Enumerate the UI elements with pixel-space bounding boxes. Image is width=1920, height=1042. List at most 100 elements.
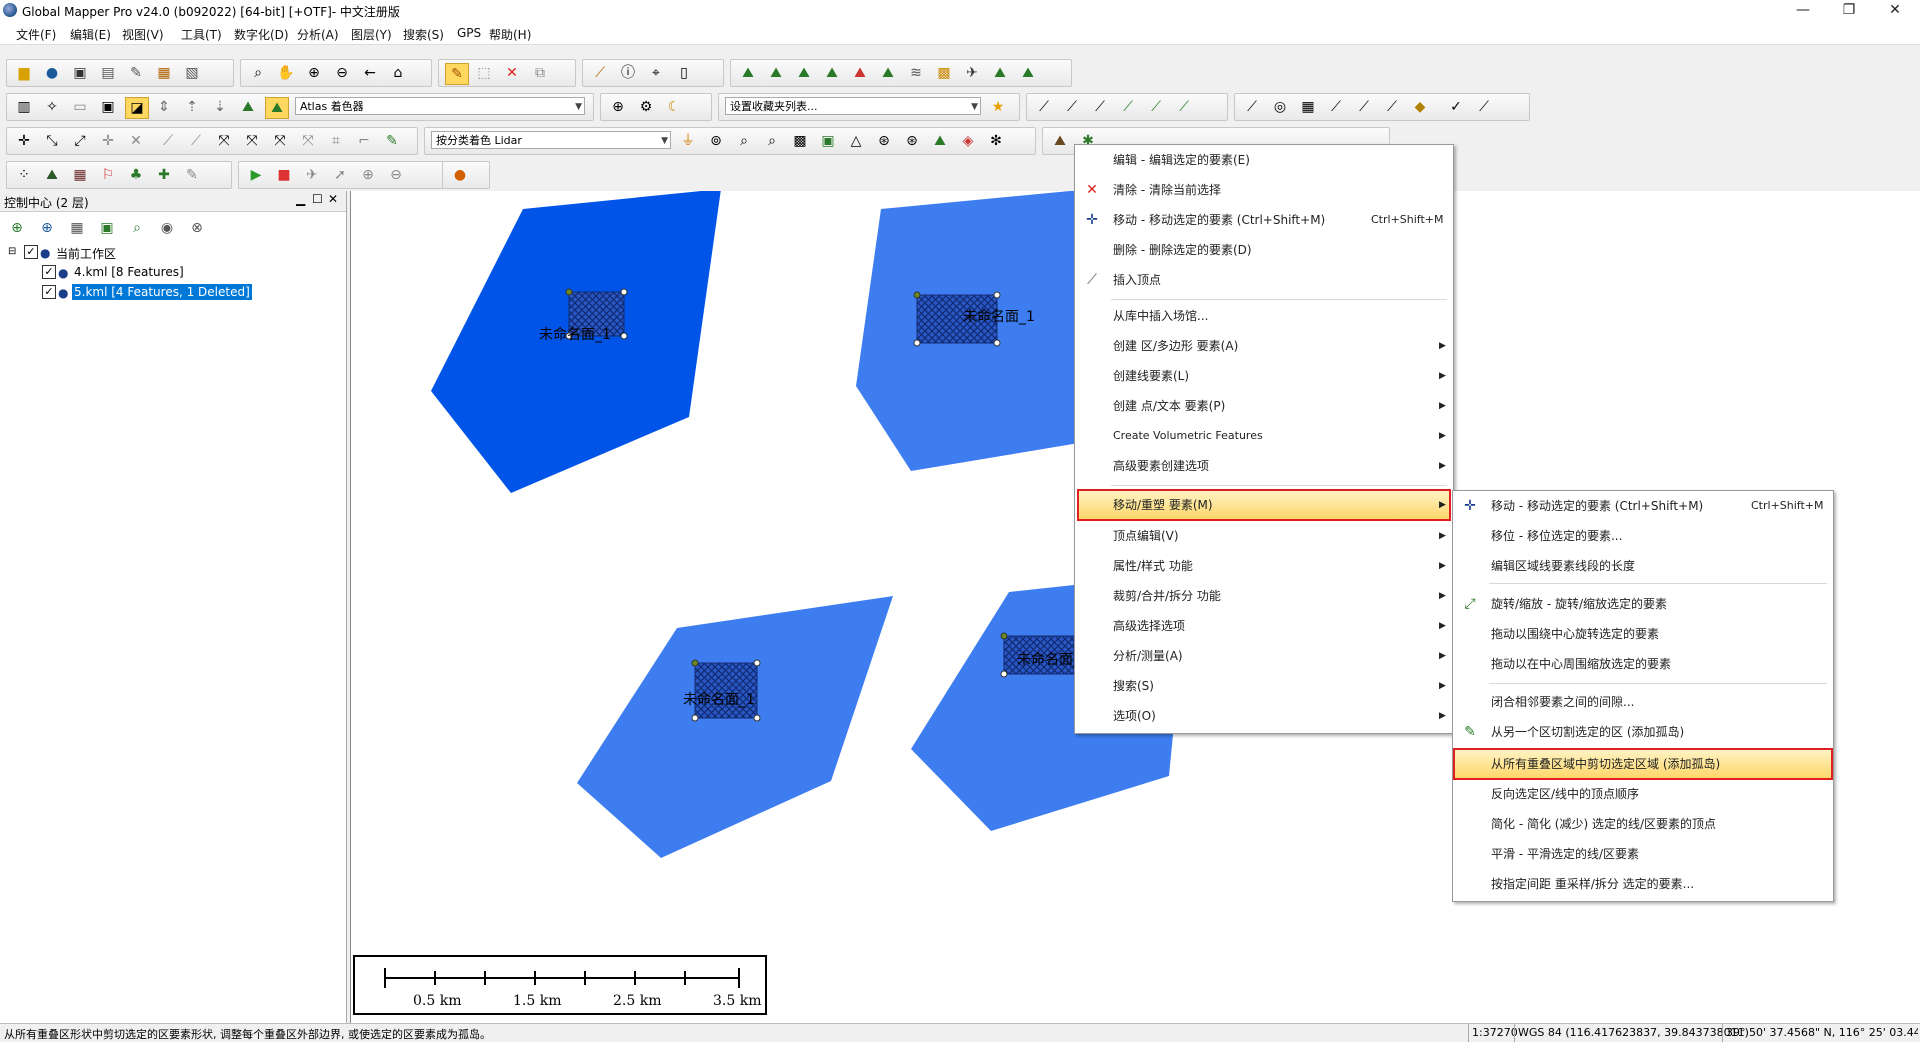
layers-icon[interactable]: ▦ [153,63,175,83]
menu-item-analysis[interactable]: 分析/测量(A) ▶ [1075,643,1453,669]
menu-analysis[interactable]: 分析(A) [297,26,339,43]
lidar-icon-2[interactable]: ⌕ [733,131,755,151]
snap-icon[interactable]: ✕ [125,131,147,151]
stop-icon[interactable]: ■ [273,165,295,185]
back-arrow-icon[interactable]: ← [359,63,381,83]
edit-vertex-icon[interactable]: ⤡ [41,131,63,151]
arrow-icon[interactable]: ➚ [329,165,351,185]
online-globe-icon[interactable]: ⊕ [607,97,629,117]
line-tool-icon-3[interactable]: ⟋ [1089,97,1111,117]
open-folder-icon[interactable]: ▆ [13,63,35,83]
move-icon[interactable]: ✛ [97,131,119,151]
globe-icon[interactable]: ● [41,63,63,83]
line-tool-icon-5[interactable]: ⟋ [1145,97,1167,117]
move-vertex-icon[interactable]: ✛ [13,131,35,151]
submenu-item-smooth[interactable]: 平滑 - 平滑选定的线/区要素 [1453,841,1833,867]
check-pen-icon[interactable]: ✓ [1445,97,1467,117]
zoom-out-icon[interactable]: ⊖ [331,63,353,83]
scatter-icon[interactable]: ⁘ [13,165,35,185]
light-direction-icon[interactable]: ✧ [41,97,63,117]
terrain-icon-7[interactable]: ⛰ [989,63,1011,83]
layer-remove-icon[interactable]: ⊗ [186,218,208,238]
submenu-item-cut-all-overlapping[interactable]: 从所有重叠区域中剪切选定区域 (添加孤岛) [1453,748,1833,780]
pin-icon[interactable]: ⚐ [97,165,119,185]
lidar-icon-5[interactable]: ▣ [817,131,839,151]
menu-item-move[interactable]: ✛ 移动 - 移动选定的要素 (Ctrl+Shift+M) Ctrl+Shift… [1075,207,1453,233]
menu-help[interactable]: 帮助(H) [489,26,531,43]
terrain-icon-3[interactable]: ⛰ [793,63,815,83]
edit-tool-icon-5[interactable]: ⟋ [1473,97,1495,117]
menu-file[interactable]: 文件(F) [16,26,56,43]
pan-hand-icon[interactable]: ✋ [275,63,297,83]
elev-up-icon[interactable]: ⇡ [181,97,203,117]
menu-item-attributes[interactable]: 属性/样式 功能 ▶ [1075,553,1453,579]
lidar-icon-6[interactable]: △ [845,131,867,151]
menu-item-delete[interactable]: 删除 - 删除选定的要素(D) [1075,237,1453,263]
crop-icon[interactable]: ⌐ [353,131,375,151]
submenu-item-move[interactable]: ✛ 移动 - 移动选定的要素 (Ctrl+Shift+M) Ctrl+Shift… [1453,493,1833,519]
panel-close-icon[interactable]: ✕ [328,192,338,206]
edit-tool-icon-2[interactable]: ⟋ [1325,97,1347,117]
hillshade-toggle-icon[interactable]: ◪ [125,97,149,119]
lidar-icon-9[interactable]: ⛰ [929,131,951,151]
menu-item-insert-vertex[interactable]: ⟋ 插入顶点 [1075,267,1453,293]
menu-item-edit[interactable]: 编辑 - 编辑选定的要素(E) [1075,147,1453,173]
lidar-icon-11[interactable]: ⛰ [1049,131,1071,151]
tool-icon-b[interactable]: ⟋ [185,131,207,151]
menu-item-create-area[interactable]: 创建 区/多边形 要素(A) ▶ [1075,333,1453,359]
mountain-icon[interactable]: ⛰ [237,97,259,117]
panel-minimize-icon[interactable]: ▁ [296,192,305,206]
tree-layer-item[interactable]: ✓ ● 4.kml [8 Features] [42,265,302,283]
submenu-item-drag-scale[interactable]: 拖动以在中心周围缩放选定的要素 [1453,651,1833,677]
info-icon[interactable]: ⓘ [617,63,639,83]
vertical-exag-icon[interactable]: ⇕ [153,97,175,117]
sun-icon[interactable]: ☾ [663,97,685,117]
contour-icon[interactable]: ≋ [905,63,927,83]
tree-icon[interactable]: ♣ [125,165,147,185]
tree-root[interactable]: ⊟ ✓ ● 当前工作区 [8,245,308,263]
layer-visibility-icon[interactable]: ◉ [156,218,178,238]
target-icon[interactable]: ◎ [1269,97,1291,117]
play-icon[interactable]: ▶ [245,165,267,185]
mountain-active-icon[interactable]: ⛰ [265,97,289,119]
copy-feature-icon[interactable]: ⧉ [529,63,551,83]
terrain-icon-4[interactable]: ⛰ [821,63,843,83]
submenu-item-simplify[interactable]: 简化 - 简化 (减少) 选定的线/区要素的顶点 [1453,811,1833,837]
favorites-select[interactable]: 设置收藏夹列表... ▼ [725,97,981,115]
mapshare-icon[interactable]: ● [449,165,471,185]
menu-item-options[interactable]: 选项(O) ▶ [1075,703,1453,729]
submenu-item-shift[interactable]: 移位 - 移位选定的要素... [1453,523,1833,549]
menu-digitize[interactable]: 数字化(D) [234,26,289,43]
lidar-icon-7[interactable]: ⊛ [873,131,895,151]
panel-maximize-icon[interactable]: ☐ [312,192,323,206]
tree-layer-item-selected[interactable]: ✓ ● 5.kml [4 Features, 1 Deleted] [42,284,302,303]
lidar-icon-8[interactable]: ⊛ [901,131,923,151]
menu-item-create-line[interactable]: 创建线要素(L) ▶ [1075,363,1453,389]
puzzle-icon[interactable]: ✚ [153,165,175,185]
collapse-icon[interactable]: ⊟ [8,246,16,257]
line-tool-icon-1[interactable]: ⟋ [1033,97,1055,117]
menu-search[interactable]: 搜索(S) [403,26,444,43]
layer-search-icon[interactable]: ⌕ [126,218,148,238]
elev-down-icon[interactable]: ⇣ [209,97,231,117]
submenu-item-edit-length[interactable]: 编辑区域线要素线段的长度 [1453,553,1833,579]
digitizer-pencil-icon[interactable]: ✎ [445,63,469,85]
menu-edit[interactable]: 编辑(E) [70,26,111,43]
menu-item-advanced-select[interactable]: 高级选择选项 ▶ [1075,613,1453,639]
terrain-icon-1[interactable]: ⛰ [737,63,759,83]
reshape-icon[interactable]: ⤢ [69,131,91,151]
terrain-icon-2[interactable]: ⛰ [765,63,787,83]
submenu-item-cut-from-area[interactable]: ✎ 从另一个区切割选定的区 (添加孤岛) [1453,719,1833,745]
submenu-item-rotate-scale[interactable]: ⤢ 旋转/缩放 - 旋转/缩放选定的要素 [1453,591,1833,617]
terrain-small-icon[interactable]: ⛰ [41,165,63,185]
pen-icon[interactable]: ✎ [181,165,203,185]
menu-item-vertex-edit[interactable]: 顶点编辑(V) ▶ [1075,523,1453,549]
panel-icon[interactable]: ▥ [13,97,35,117]
tool-icon-d[interactable]: ⤧ [241,131,263,151]
path-icon[interactable]: ✈ [301,165,323,185]
measure-ruler-icon[interactable]: ⟋ [589,63,611,83]
zoom-box-icon[interactable]: ⌕ [247,63,269,83]
lidar-icon-1[interactable]: ⊚ [705,131,727,151]
checkbox-checked-icon[interactable]: ✓ [42,265,56,279]
menu-item-advanced-create[interactable]: 高级要素创建选项 ▶ [1075,453,1453,479]
